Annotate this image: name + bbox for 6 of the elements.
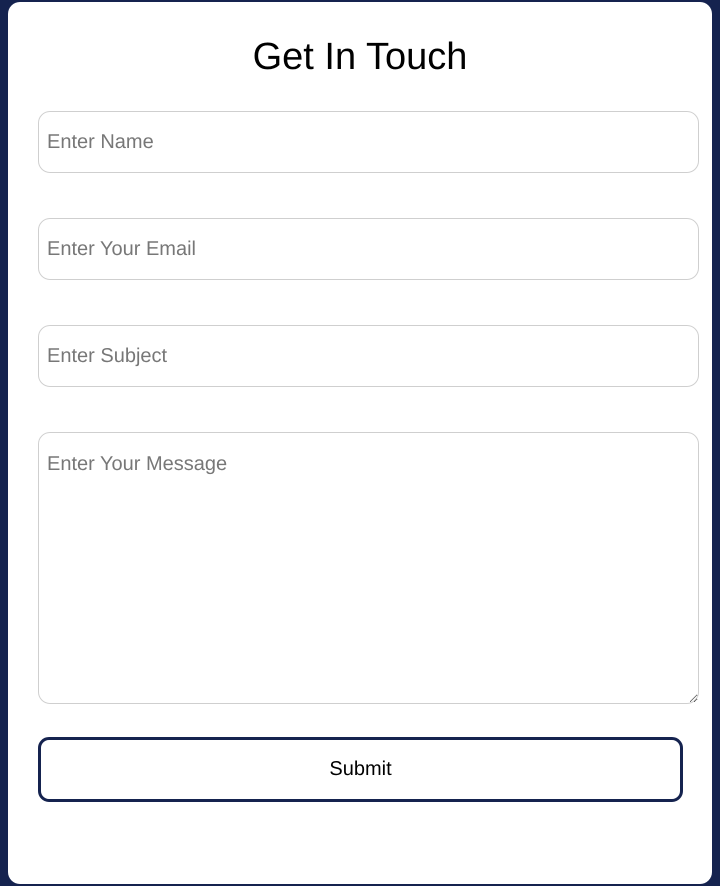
message-field[interactable]: Enter Your Message <box>38 432 699 704</box>
submit-button[interactable]: Submit <box>38 737 683 802</box>
input-field[interactable]: Enter Name <box>38 111 699 173</box>
form-title: Get In Touch <box>252 35 468 79</box>
input-field[interactable]: Enter Subject <box>38 325 699 387</box>
input-field[interactable]: Enter Your Email <box>38 218 699 280</box>
